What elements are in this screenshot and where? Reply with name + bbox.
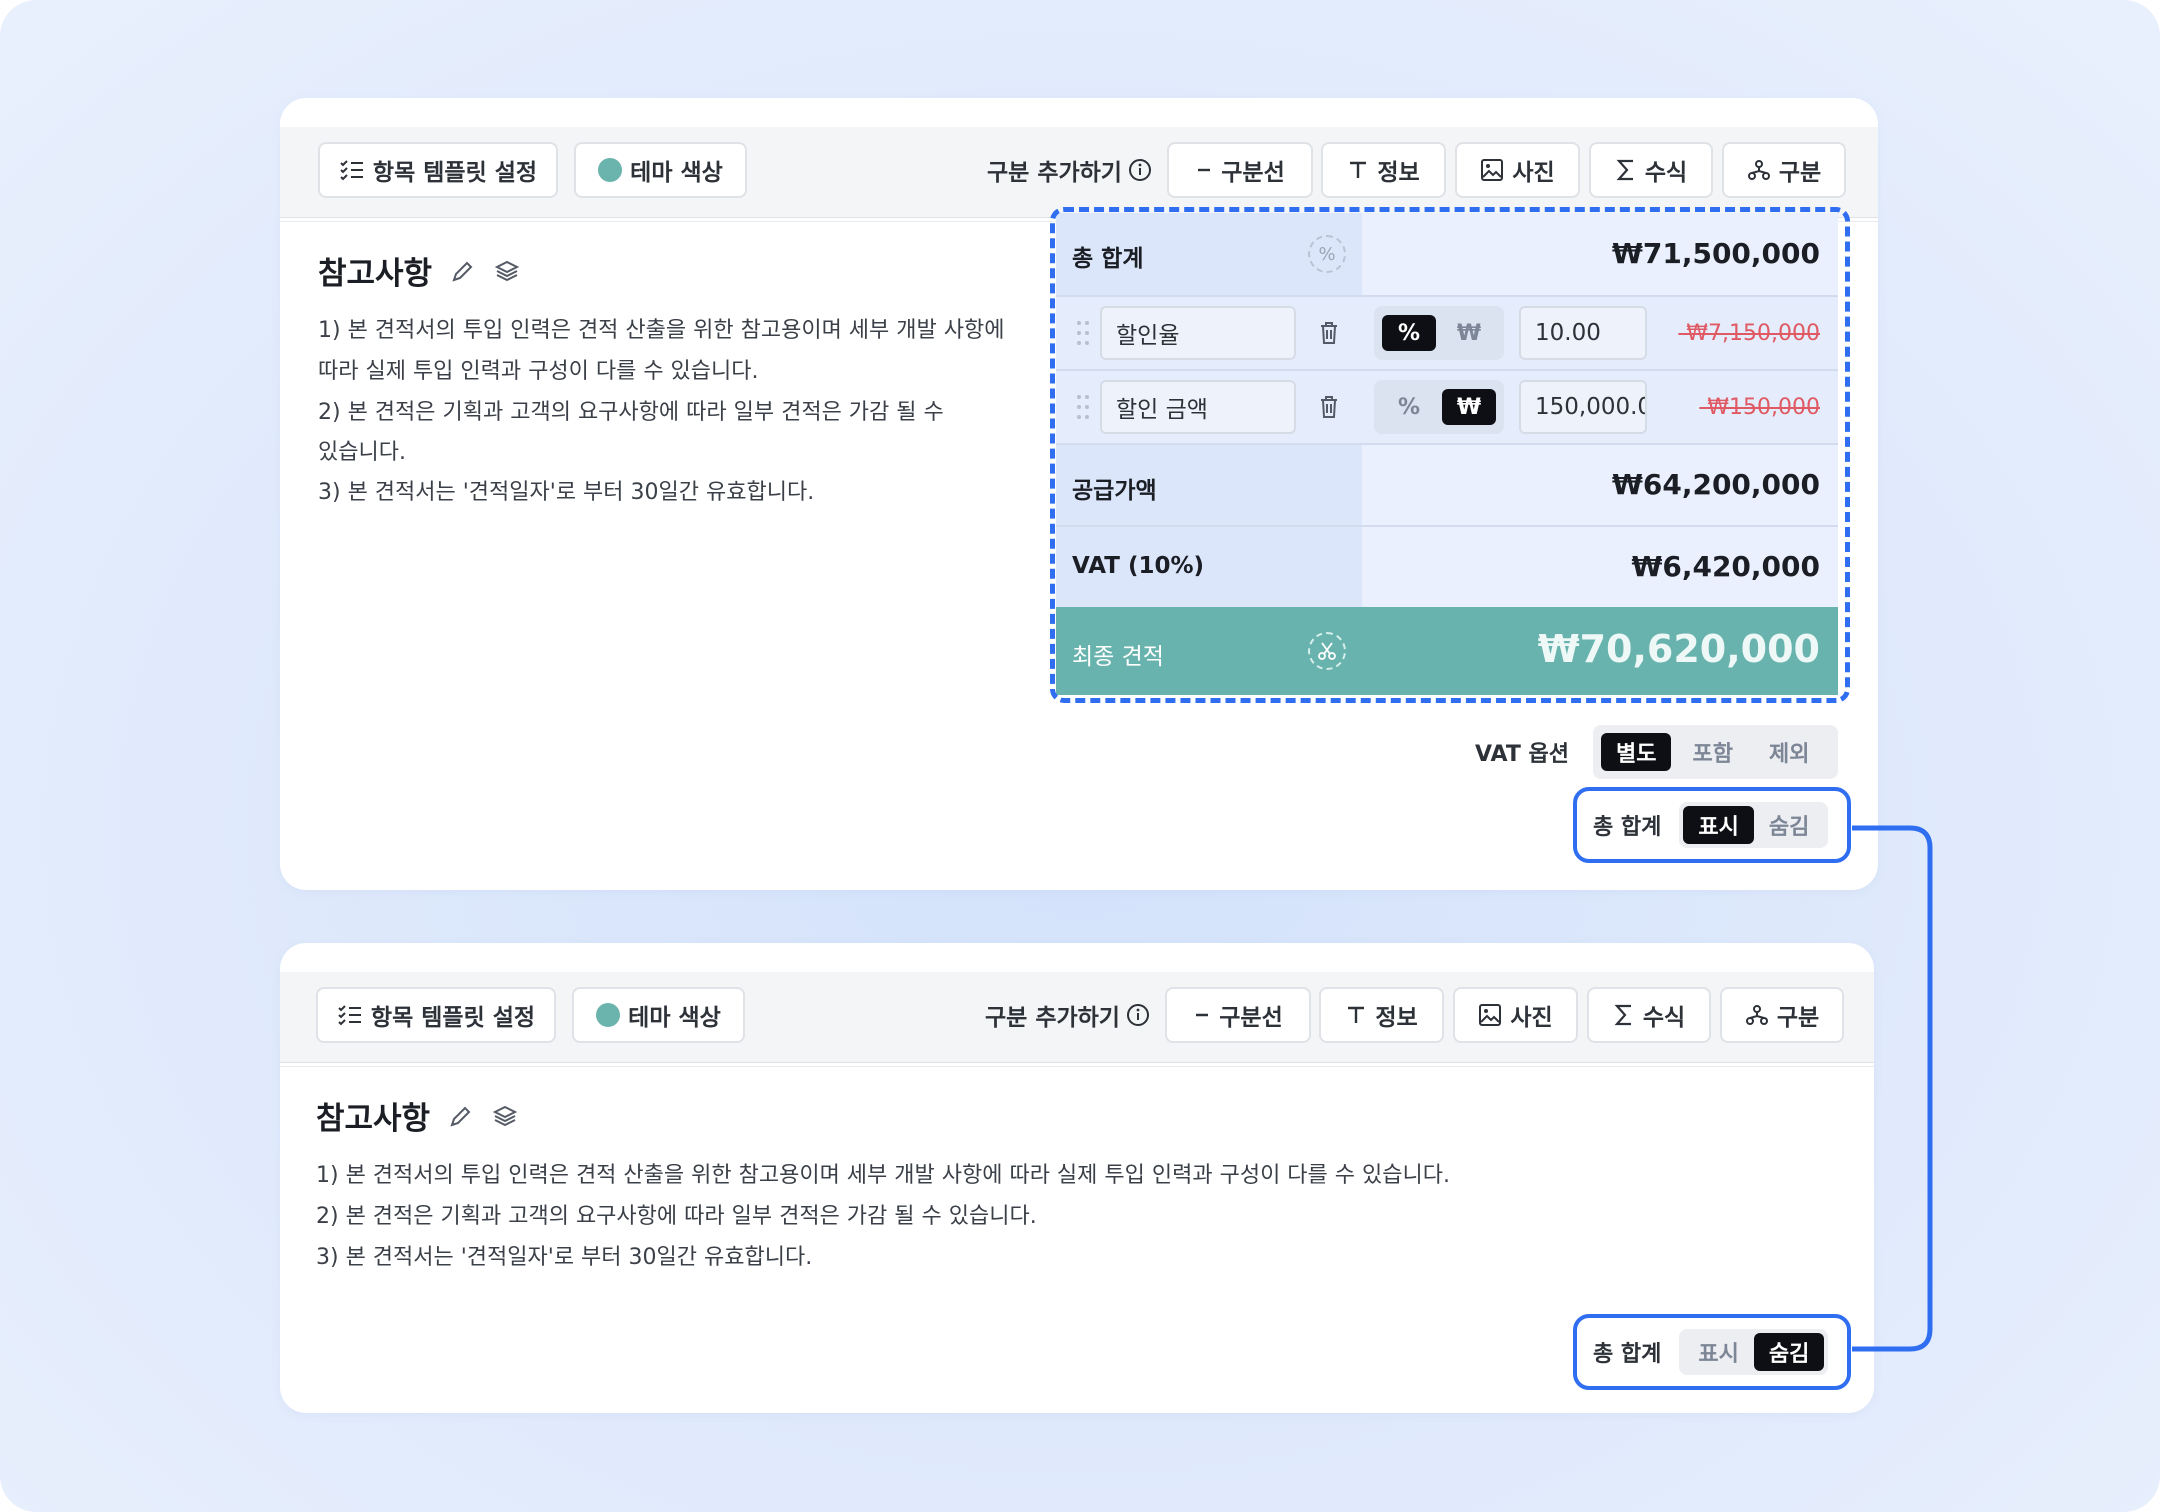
toggle-connector-line (1852, 825, 1933, 1352)
screenshot-stage: 항목 템플릿 설정 테마 색상 구분 추가하기 구분선 정보 사진 수식 구분 … (0, 0, 2160, 1512)
